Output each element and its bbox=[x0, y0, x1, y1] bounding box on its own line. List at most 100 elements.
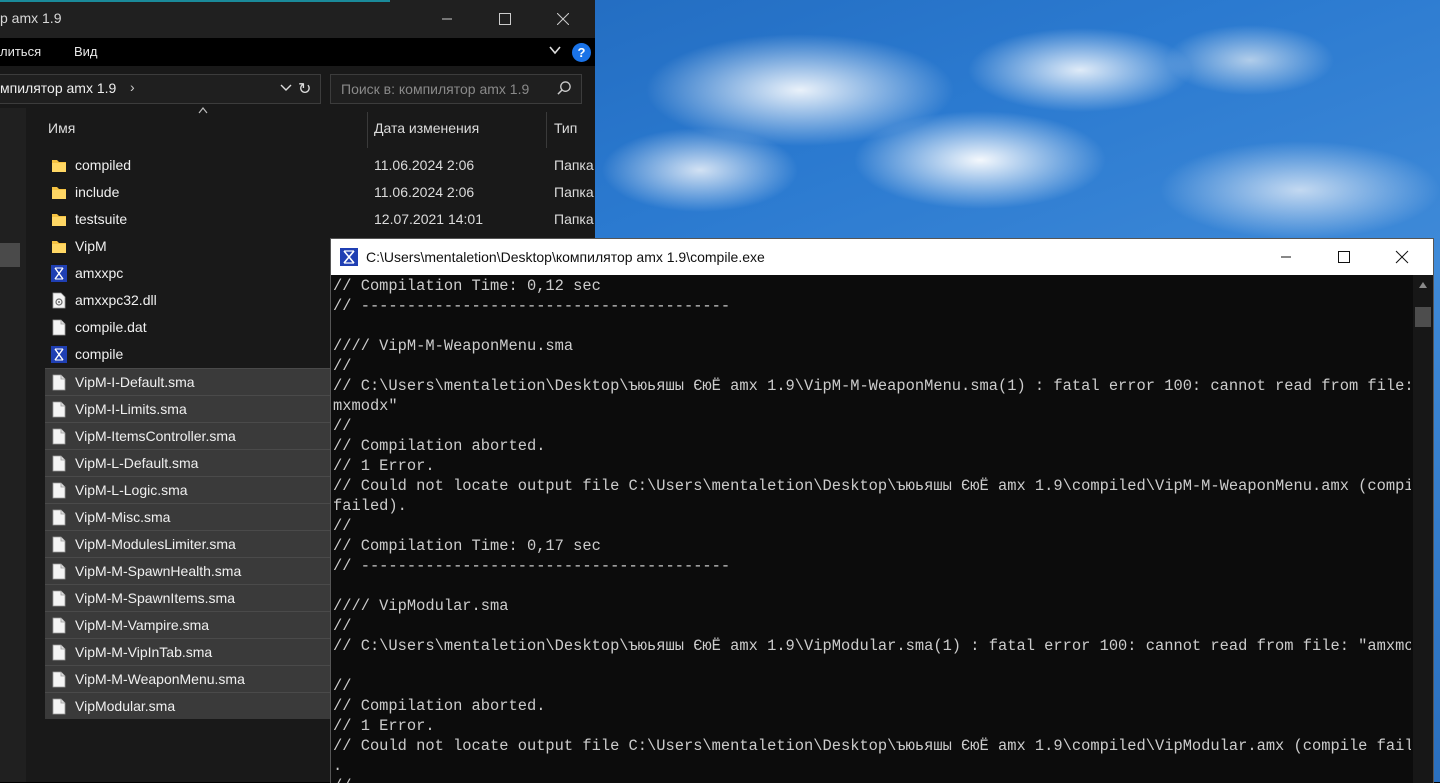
file-row[interactable]: VipM bbox=[45, 233, 335, 259]
file-icon bbox=[51, 671, 67, 688]
file-row[interactable]: VipM-I-Limits.sma bbox=[45, 395, 335, 422]
file-row[interactable]: VipM-M-WeaponMenu.sma bbox=[45, 665, 335, 692]
console-titlebar[interactable]: C:\Users\mentaletion\Desktop\компилятор … bbox=[331, 239, 1433, 275]
file-row[interactable]: testsuite bbox=[45, 206, 335, 232]
search-icon[interactable] bbox=[557, 81, 572, 96]
console-line: // Compilation Time: 0,12 sec bbox=[333, 277, 601, 295]
nav-selected-item[interactable] bbox=[0, 243, 20, 267]
file-row[interactable]: VipM-ModulesLimiter.sma bbox=[45, 530, 335, 557]
file-row[interactable]: include bbox=[45, 179, 335, 205]
console-scrollbar[interactable] bbox=[1413, 275, 1433, 783]
file-name[interactable]: VipM bbox=[75, 238, 107, 254]
console-line: // 1 Error. bbox=[333, 457, 435, 475]
file-name[interactable]: include bbox=[75, 184, 119, 200]
file-name[interactable]: compile bbox=[75, 346, 123, 362]
file-icon bbox=[51, 455, 67, 472]
file-name[interactable]: VipM-M-Vampire.sma bbox=[75, 617, 209, 633]
file-name[interactable]: compile.dat bbox=[75, 319, 147, 335]
breadcrumb-chevron-icon[interactable]: › bbox=[130, 79, 135, 95]
maximize-button[interactable] bbox=[482, 0, 528, 38]
file-type: Папка bbox=[554, 184, 594, 200]
file-row[interactable]: amxxpc bbox=[45, 260, 335, 286]
file-row[interactable]: VipM-ItemsController.sma bbox=[45, 422, 335, 449]
file-name[interactable]: VipM-ItemsController.sma bbox=[75, 428, 236, 444]
file-name[interactable]: VipM-M-SpawnHealth.sma bbox=[75, 563, 241, 579]
file-name[interactable]: VipM-M-VipInTab.sma bbox=[75, 644, 212, 660]
file-row[interactable]: VipModular.sma bbox=[45, 692, 335, 719]
column-header-date[interactable]: Дата изменения bbox=[374, 108, 479, 148]
compiler-app-icon bbox=[340, 248, 358, 266]
address-bar[interactable]: мпилятор amx 1.9 › ↻ bbox=[0, 74, 321, 104]
file-name[interactable]: VipM-L-Default.sma bbox=[75, 455, 198, 471]
file-row[interactable]: VipM-Misc.sma bbox=[45, 503, 335, 530]
column-header-type[interactable]: Тип bbox=[554, 108, 577, 148]
console-maximize-button[interactable] bbox=[1315, 239, 1373, 275]
close-button[interactable] bbox=[540, 0, 586, 38]
file-icon bbox=[51, 617, 67, 634]
address-history-dropdown-icon[interactable] bbox=[280, 81, 292, 93]
console-line: // C:\Users\mentaletion\Desktop\ъюьяшы Є… bbox=[333, 377, 1411, 395]
file-icon bbox=[51, 563, 67, 580]
file-name[interactable]: VipM-M-WeaponMenu.sma bbox=[75, 671, 245, 687]
console-output[interactable]: // Compilation Time: 0,12 sec // --------… bbox=[331, 275, 1411, 783]
console-line: // Compilation aborted. bbox=[333, 697, 546, 715]
file-name[interactable]: VipM-L-Logic.sma bbox=[75, 482, 188, 498]
exe-icon bbox=[51, 265, 67, 282]
file-name[interactable]: VipModular.sma bbox=[75, 698, 175, 714]
ribbon-expand-chevron-icon[interactable] bbox=[548, 43, 562, 57]
file-name[interactable]: VipM-ModulesLimiter.sma bbox=[75, 536, 236, 552]
file-name[interactable]: amxxpc32.dll bbox=[75, 292, 157, 308]
file-name[interactable]: VipM-Misc.sma bbox=[75, 509, 170, 525]
dll-icon bbox=[51, 292, 67, 309]
refresh-icon[interactable]: ↻ bbox=[298, 79, 311, 99]
scroll-up-arrow-icon[interactable] bbox=[1418, 281, 1428, 289]
file-icon bbox=[51, 428, 67, 445]
console-line: failed). bbox=[333, 497, 407, 515]
file-row[interactable]: compiled bbox=[45, 152, 335, 178]
file-row[interactable]: VipM-M-SpawnItems.sma bbox=[45, 584, 335, 611]
explorer-titlebar[interactable]: р amx 1.9 bbox=[0, 0, 595, 38]
file-row[interactable]: VipM-M-VipInTab.sma bbox=[45, 638, 335, 665]
search-placeholder: Поиск в: компилятор amx 1.9 bbox=[341, 81, 530, 97]
menu-view[interactable]: Вид bbox=[74, 44, 98, 59]
menu-share[interactable]: литься bbox=[0, 44, 41, 59]
file-row[interactable]: VipM-L-Default.sma bbox=[45, 449, 335, 476]
file-row[interactable]: VipM-I-Default.sma bbox=[45, 368, 335, 395]
folder-icon bbox=[51, 211, 67, 228]
file-name[interactable]: VipM-I-Default.sma bbox=[75, 374, 195, 390]
help-icon[interactable]: ? bbox=[572, 43, 591, 62]
console-close-button[interactable] bbox=[1373, 239, 1431, 275]
file-row[interactable]: compile bbox=[45, 341, 335, 367]
file-name[interactable]: VipM-I-Limits.sma bbox=[75, 401, 187, 417]
file-row[interactable]: VipM-M-Vampire.sma bbox=[45, 611, 335, 638]
file-icon bbox=[51, 401, 67, 418]
maximize-icon bbox=[1338, 251, 1350, 263]
file-row[interactable]: amxxpc32.dll bbox=[45, 287, 335, 313]
console-line: // C:\Users\mentaletion\Desktop\ъюьяшы Є… bbox=[333, 637, 1411, 655]
column-header-name[interactable]: Имя bbox=[48, 108, 75, 148]
file-name[interactable]: VipM-M-SpawnItems.sma bbox=[75, 590, 235, 606]
explorer-title: р amx 1.9 bbox=[0, 10, 62, 26]
search-box[interactable]: Поиск в: компилятор amx 1.9 bbox=[330, 74, 582, 104]
file-name[interactable]: amxxpc bbox=[75, 265, 123, 281]
address-path[interactable]: мпилятор amx 1.9 bbox=[0, 80, 116, 96]
titlebar-accent bbox=[0, 0, 390, 2]
console-minimize-button[interactable] bbox=[1257, 239, 1315, 275]
file-name[interactable]: testsuite bbox=[75, 211, 127, 227]
file-row[interactable]: VipM-M-SpawnHealth.sma bbox=[45, 557, 335, 584]
minimize-button[interactable] bbox=[424, 0, 470, 38]
file-row[interactable]: compile.dat bbox=[45, 314, 335, 340]
console-line: // 1 Error. bbox=[333, 717, 435, 735]
file-row[interactable]: VipM-L-Logic.sma bbox=[45, 476, 335, 503]
file-icon bbox=[51, 698, 67, 715]
file-icon bbox=[51, 644, 67, 661]
scroll-thumb[interactable] bbox=[1415, 307, 1431, 327]
exe-icon bbox=[51, 346, 67, 363]
column-divider[interactable] bbox=[367, 112, 368, 148]
console-line: // Compilation aborted. bbox=[333, 437, 546, 455]
file-name[interactable]: compiled bbox=[75, 157, 131, 173]
console-line: // -------------------------------------… bbox=[333, 557, 731, 575]
file-type: Папка bbox=[554, 157, 594, 173]
console-line: // bbox=[333, 517, 352, 535]
column-divider[interactable] bbox=[546, 112, 547, 148]
